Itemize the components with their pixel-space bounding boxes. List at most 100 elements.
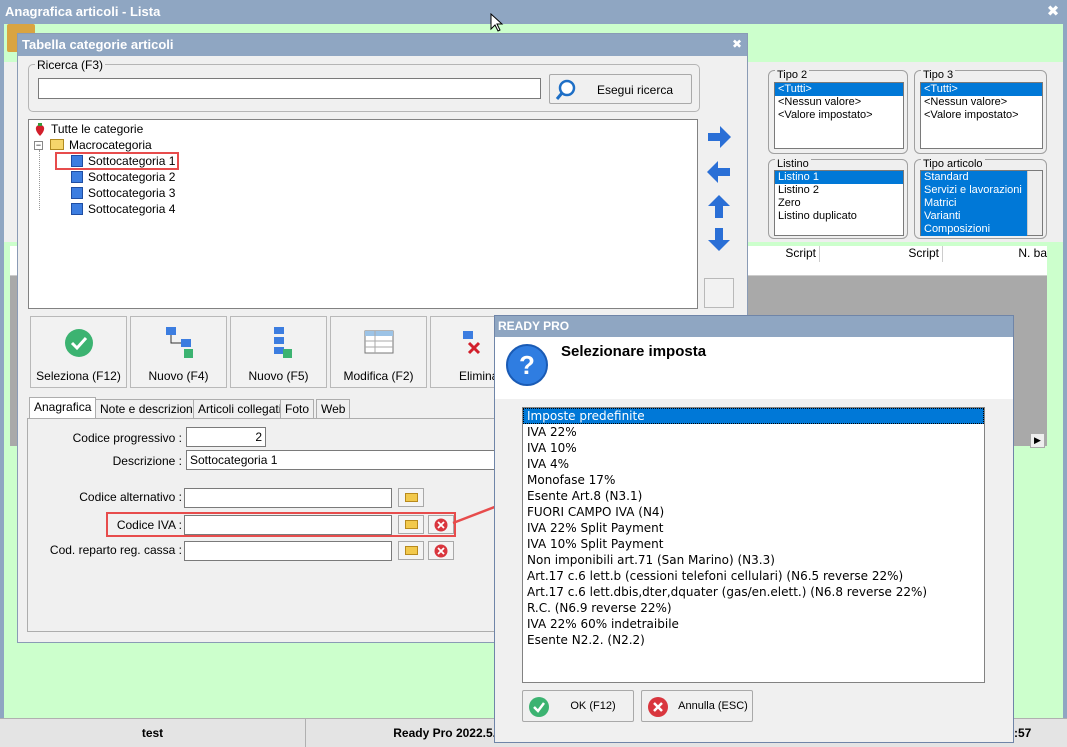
nuovo-f4-button[interactable]: Nuovo (F4) — [130, 316, 227, 388]
column-header[interactable]: N. ba — [943, 246, 1047, 262]
cod-reparto-input[interactable] — [184, 541, 392, 561]
tipo3-listbox[interactable]: <Tutti> <Nessun valore> <Valore impostat… — [920, 82, 1043, 149]
seleziona-label: Seleziona (F12) — [36, 369, 121, 383]
search-button-label: Esegui ricerca — [596, 83, 674, 97]
elimina-button[interactable]: Elimina — [430, 316, 497, 388]
mouse-cursor-icon — [490, 13, 504, 32]
list-item[interactable]: Non imponibili art.71 (San Marino) (N3.3… — [523, 552, 984, 568]
copy-icon[interactable] — [704, 278, 734, 308]
categorie-dialog-title: Tabella categorie articoli — [18, 34, 747, 56]
clear-button[interactable] — [428, 541, 454, 560]
list-item[interactable]: IVA 22% Split Payment — [523, 520, 984, 536]
listino-listbox[interactable]: Listino 1 Listino 2 Zero Listino duplica… — [774, 170, 904, 236]
list-item[interactable]: Zero — [775, 197, 903, 210]
tab-articoli-collegati[interactable]: Articoli collegati — [193, 399, 287, 419]
tipo2-listbox[interactable]: <Tutti> <Nessun valore> <Valore impostat… — [774, 82, 904, 149]
tipo-articolo-listbox[interactable]: Standard Servizi e lavorazioni Matrici V… — [920, 170, 1043, 236]
list-item[interactable]: R.C. (N6.9 reverse 22%) — [523, 600, 984, 616]
status-user: test — [0, 719, 306, 747]
folder-button[interactable] — [398, 541, 424, 560]
search-button[interactable]: Esegui ricerca — [549, 74, 692, 104]
list-item[interactable]: IVA 22% 60% indetraibile — [523, 616, 984, 632]
list-item[interactable]: IVA 10% Split Payment — [523, 536, 984, 552]
list-item[interactable]: Matrici — [921, 197, 1027, 210]
list-item[interactable]: <Valore impostato> — [921, 109, 1042, 122]
tree-node-macro[interactable]: Macrocategoria — [69, 138, 152, 152]
list-item[interactable]: Listino 1 — [775, 171, 903, 184]
scroll-right-icon[interactable]: ▶ — [1030, 433, 1045, 448]
clear-icon — [434, 544, 448, 558]
annulla-label: Annulla (ESC) — [678, 700, 748, 712]
column-header[interactable]: Script — [810, 246, 943, 262]
codice-alternativo-input[interactable] — [184, 488, 392, 508]
cod-reparto-label: Cod. reparto reg. cassa : — [49, 543, 182, 557]
list-item[interactable]: Art.17 c.6 lett.dbis,dter,dquater (gas/e… — [523, 584, 984, 600]
list-item[interactable]: Composizioni — [921, 223, 1027, 236]
arrow-down-icon[interactable] — [704, 224, 734, 254]
list-item[interactable]: Standard — [921, 171, 1027, 184]
modifica-label: Modifica (F2) — [343, 369, 414, 383]
arrow-left-icon[interactable] — [704, 157, 734, 187]
cancel-icon — [648, 697, 668, 717]
folder-button[interactable] — [398, 488, 424, 507]
arrow-up-icon[interactable] — [704, 192, 734, 222]
list-item[interactable]: <Valore impostato> — [775, 109, 903, 122]
main-close-icon[interactable]: ✖ — [1045, 3, 1061, 21]
tree-node-sub3[interactable]: Sottocategoria 3 — [88, 186, 175, 200]
list-item[interactable]: <Nessun valore> — [775, 96, 903, 109]
category-tree[interactable]: Tutte le categorie − Macrocategoria Sott… — [28, 119, 698, 309]
svg-text:?: ? — [519, 350, 535, 380]
seleziona-button[interactable]: Seleziona (F12) — [30, 316, 127, 388]
nuovo-f5-button[interactable]: Nuovo (F5) — [230, 316, 327, 388]
filter-tipo3: Tipo 3 <Tutti> <Nessun valore> <Valore i… — [914, 69, 1047, 154]
list-item[interactable]: FUORI CAMPO IVA (N4) — [523, 504, 984, 520]
search-input[interactable] — [38, 78, 541, 99]
category-icon — [71, 187, 83, 199]
codice-progressivo-input[interactable]: 2 — [186, 427, 266, 447]
tab-web[interactable]: Web — [316, 399, 351, 419]
list-item[interactable]: Imposte predefinite — [523, 408, 984, 424]
tree-root[interactable]: Tutte le categorie — [51, 122, 143, 136]
tab-foto[interactable]: Foto — [280, 399, 315, 419]
ok-button[interactable]: OK (F12) — [522, 690, 634, 722]
collapse-icon[interactable]: − — [34, 141, 43, 150]
list-item[interactable]: Listino duplicato — [775, 210, 903, 223]
nuovo-f5-label: Nuovo (F5) — [248, 369, 309, 383]
filter-label: Listino — [775, 158, 811, 170]
list-item[interactable]: Esente Art.8 (N3.1) — [523, 488, 984, 504]
tree-node-sub2[interactable]: Sottocategoria 2 — [88, 170, 175, 184]
list-item[interactable]: IVA 22% — [523, 424, 984, 440]
folder-icon — [405, 546, 418, 555]
annulla-button[interactable]: Annulla (ESC) — [641, 690, 753, 722]
modifica-button[interactable]: Modifica (F2) — [330, 316, 427, 388]
descrizione-input[interactable]: Sottocategoria 1 — [186, 450, 501, 470]
list-item[interactable]: Monofase 17% — [523, 472, 984, 488]
imposta-dialog-header: ? Selezionare imposta — [495, 337, 1013, 399]
tree-node-sub4[interactable]: Sottocategoria 4 — [88, 202, 175, 216]
list-item[interactable]: Esente N2.2. (N2.2) — [523, 632, 984, 648]
list-item[interactable]: Servizi e lavorazioni — [921, 184, 1027, 197]
close-icon[interactable]: ✖ — [730, 37, 744, 53]
arrow-right-icon[interactable] — [704, 122, 734, 152]
tab-note[interactable]: Note e descrizioni — [95, 399, 201, 419]
vat-listbox[interactable]: Imposte predefinite IVA 22% IVA 10% IVA … — [522, 407, 985, 683]
list-item[interactable]: IVA 4% — [523, 456, 984, 472]
list-item[interactable]: Listino 2 — [775, 184, 903, 197]
folder-icon — [50, 139, 64, 150]
list-item[interactable]: Art.17 c.6 lett.b (cessioni telefoni cel… — [523, 568, 984, 584]
list-item[interactable]: <Tutti> — [775, 83, 903, 96]
new-subnode-icon — [274, 327, 292, 358]
scrollbar[interactable] — [1027, 171, 1042, 235]
folder-icon — [405, 493, 418, 502]
codice-progressivo-label: Codice progressivo : — [72, 431, 182, 445]
list-item[interactable]: IVA 10% — [523, 440, 984, 456]
search-group: Ricerca (F3) Esegui ricerca — [28, 58, 700, 112]
list-item[interactable]: <Nessun valore> — [921, 96, 1042, 109]
imposta-heading: Selezionare imposta — [561, 343, 707, 360]
list-item[interactable]: <Tutti> — [921, 83, 1042, 96]
filter-label: Tipo 2 — [775, 69, 810, 81]
search-label: Ricerca (F3) — [35, 58, 106, 72]
list-item[interactable]: Varianti — [921, 210, 1027, 223]
tab-anagrafica[interactable]: Anagrafica — [29, 397, 97, 419]
check-icon — [529, 697, 549, 717]
